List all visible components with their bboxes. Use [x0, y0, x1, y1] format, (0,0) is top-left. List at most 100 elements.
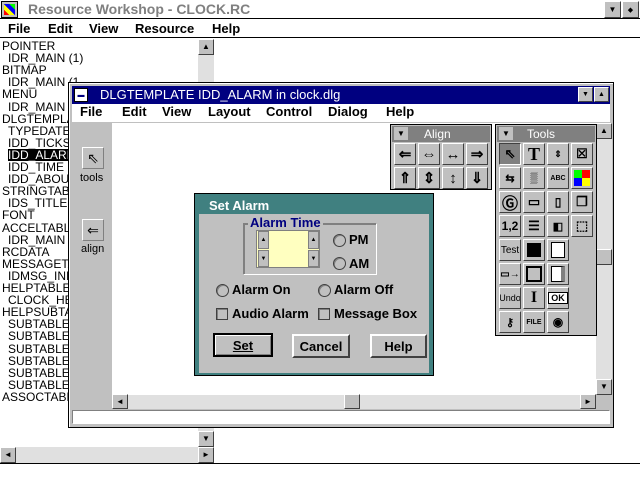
dotted-rect-tool-icon[interactable]: ▒	[523, 167, 545, 189]
tree-item[interactable]: FONT	[2, 209, 35, 221]
gray-frame-tool-icon[interactable]	[523, 263, 545, 285]
static-text-tool-icon[interactable]: T	[523, 143, 545, 165]
spin-right-down-icon[interactable]: ▼	[308, 250, 319, 267]
tree-scroll-right[interactable]: ►	[198, 447, 214, 463]
menu-help[interactable]: Help	[212, 21, 240, 36]
tree-item[interactable]: DLGTEMPLA	[2, 113, 75, 125]
dlg-menu-dialog[interactable]: Dialog	[328, 104, 368, 119]
white-frame-tool-icon[interactable]	[547, 239, 569, 261]
pointer-tool-icon[interactable]: ⇖	[499, 143, 521, 165]
align-button-icon[interactable]: ⇑	[394, 167, 416, 189]
tree-scroll-left[interactable]: ◄	[0, 447, 16, 463]
tree-item[interactable]: SUBTABLE_	[8, 330, 76, 342]
box-x-tool-icon[interactable]: ☒	[571, 143, 593, 165]
undo-tool-icon[interactable]: Undo	[499, 287, 521, 309]
dlg-menu-help[interactable]: Help	[386, 104, 414, 119]
align-button-icon[interactable]: ⇒	[466, 143, 488, 165]
am-radio[interactable]	[333, 257, 346, 270]
listbox-tool-icon[interactable]: ☰	[523, 215, 545, 237]
tree-item[interactable]: SUBTABLE_	[8, 379, 76, 391]
tree-scroll-down[interactable]: ▼	[198, 431, 214, 447]
menu-resource[interactable]: Resource	[135, 21, 194, 36]
tree-item[interactable]: SUBTABLE_	[8, 343, 76, 355]
spin-left-down-icon[interactable]: ▼	[258, 250, 269, 267]
spin-left-up-icon[interactable]: ▲	[258, 231, 269, 249]
cancel-button[interactable]: Cancel	[292, 334, 350, 358]
audio-alarm-checkbox[interactable]	[216, 308, 228, 320]
help-button[interactable]: Help	[370, 334, 427, 358]
align-toggle-button[interactable]: ⇐	[82, 219, 104, 241]
tab-order-tool-icon[interactable]: ⇆	[499, 167, 521, 189]
menu-edit[interactable]: Edit	[48, 21, 73, 36]
vscroll-tool-icon[interactable]	[547, 263, 569, 285]
file-tool-icon[interactable]: FILE	[523, 311, 545, 333]
align-button-icon[interactable]: ⇓	[466, 167, 488, 189]
align-palette-menu-icon[interactable]: ▼	[394, 127, 408, 140]
radio-tool-icon[interactable]: ◉	[547, 311, 569, 333]
black-frame-tool-icon[interactable]	[523, 239, 545, 261]
tools-toggle-button[interactable]: ⇖	[82, 147, 104, 169]
dlgedit-scroll-right[interactable]: ►	[580, 394, 596, 409]
dlgedit-hscroll-thumb[interactable]	[344, 394, 360, 409]
key-tool-icon[interactable]: ⚷	[499, 311, 521, 333]
ok-button-tool-icon[interactable]: OK	[547, 287, 569, 309]
dlgedit-scroll-up[interactable]: ▲	[596, 123, 612, 139]
dlg-menu-view[interactable]: View	[162, 104, 191, 119]
dlgedit-scroll-left[interactable]: ◄	[112, 394, 128, 409]
message-box-checkbox[interactable]	[318, 308, 330, 320]
dlgedit-scroll-down[interactable]: ▼	[596, 379, 612, 395]
tree-item[interactable]: IDD_TICKS	[8, 137, 71, 149]
toggle-tool-icon[interactable]: ◧	[547, 215, 569, 237]
align-button-icon[interactable]: ⇔	[418, 143, 440, 165]
tools-palette-menu-icon[interactable]: ▼	[499, 127, 513, 140]
align-button-icon[interactable]: ↕	[442, 167, 464, 189]
alarm-on-radio[interactable]	[216, 284, 229, 297]
list-tool-icon[interactable]: ▯	[547, 191, 569, 213]
dlg-menu-file[interactable]: File	[80, 104, 102, 119]
menu-file[interactable]: File	[8, 21, 30, 36]
align-button-icon[interactable]: ⇐	[394, 143, 416, 165]
tree-item[interactable]: IDR_MAIN (	[8, 234, 73, 246]
tree-item[interactable]: MESSAGETA	[2, 258, 76, 270]
dlgedit-hscrollbar[interactable]: ◄ ►	[112, 394, 596, 409]
group-tool-icon[interactable]: Ⓖ	[499, 191, 521, 213]
app-minimize-button[interactable]: ▼	[604, 1, 621, 18]
tree-item[interactable]: MENU	[2, 88, 37, 100]
dlgedit-minimize-button[interactable]: ▼	[578, 87, 593, 102]
color-tool-icon[interactable]	[571, 167, 593, 189]
stack-tool-icon[interactable]: ❐	[571, 191, 593, 213]
tree-item[interactable]: SUBTABLE_	[8, 367, 76, 379]
test-tool-icon[interactable]: Test	[499, 239, 521, 261]
cube-tool-icon[interactable]: ⬚	[571, 215, 593, 237]
tree-item[interactable]: SUBTABLE_	[8, 355, 76, 367]
dlgedit-vscroll-thumb[interactable]	[596, 249, 612, 265]
edit-field-tool-icon[interactable]: ▭	[523, 191, 545, 213]
align-button-icon[interactable]: ⇕	[418, 167, 440, 189]
tree-item[interactable]: TYPEDATE	[8, 125, 70, 137]
dlg-menu-edit[interactable]: Edit	[122, 104, 147, 119]
dlgedit-maximize-button[interactable]: ▲	[594, 87, 609, 102]
numeric-tool-icon[interactable]: 1,2	[499, 215, 521, 237]
menu-view[interactable]: View	[89, 21, 118, 36]
spin-right-up-icon[interactable]: ▲	[308, 231, 319, 249]
tree-item[interactable]: ACCELTABLE	[2, 222, 78, 234]
dlgedit-system-icon[interactable]: ▬	[74, 88, 88, 102]
tree-item[interactable]: RCDATA	[2, 246, 50, 258]
cancel-button-label: Cancel	[299, 338, 343, 354]
text-cursor-tool-icon[interactable]: I	[523, 287, 545, 309]
tree-item[interactable]: IDR_MAIN (	[8, 101, 73, 113]
tree-scroll-up[interactable]: ▲	[198, 39, 214, 55]
app-system-menu-icon[interactable]	[1, 1, 18, 18]
scrollbar-tool-icon[interactable]: ⇕	[547, 143, 569, 165]
pm-radio[interactable]	[333, 234, 346, 247]
format-tool-icon[interactable]: ABC	[547, 167, 569, 189]
dlg-menu-layout[interactable]: Layout	[208, 104, 251, 119]
align-button-icon[interactable]: ↔	[442, 143, 464, 165]
dlgedit-vscrollbar[interactable]: ▲ ▼	[596, 123, 612, 395]
tree-hscrollbar[interactable]: ◄ ►	[0, 447, 214, 463]
app-restore-button[interactable]: ◆	[622, 1, 639, 18]
set-button[interactable]: Set	[213, 333, 273, 357]
alarm-off-radio[interactable]	[318, 284, 331, 297]
arrow-link-tool-icon[interactable]: ▭→	[499, 263, 521, 285]
dlg-menu-control[interactable]: Control	[266, 104, 312, 119]
